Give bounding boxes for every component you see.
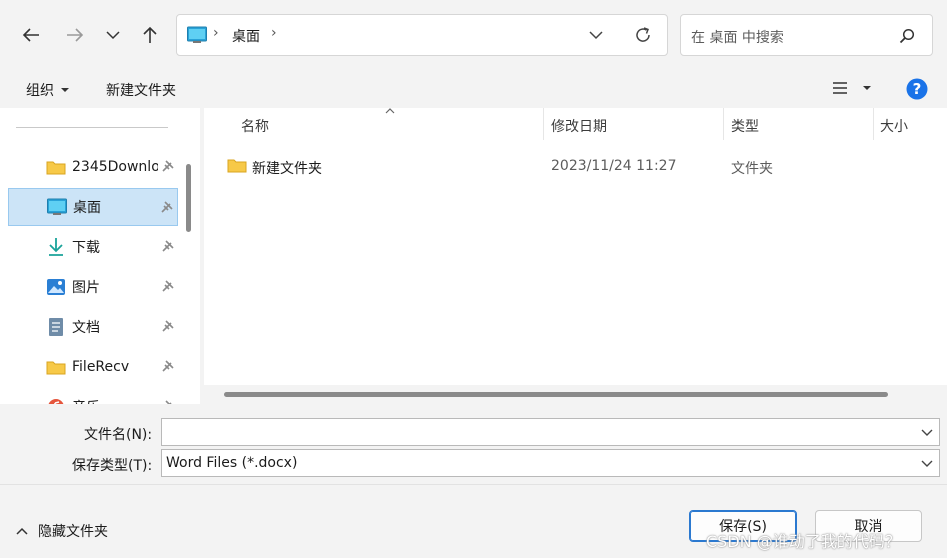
chevron-down-icon[interactable] — [921, 429, 933, 437]
sidebar-item-label: FileRecv — [72, 359, 130, 375]
pin-icon[interactable] — [161, 201, 173, 213]
list-view-icon — [833, 82, 847, 94]
column-divider[interactable] — [543, 108, 544, 140]
file-row[interactable]: 新建文件夹 2023/11/24 11:27 文件夹 — [224, 154, 944, 178]
download-icon — [46, 237, 66, 257]
file-list: 名称 修改日期 类型 大小 新建文件夹 2023/11/24 11:27 文件夹 — [204, 108, 947, 404]
navigation-pane: 2345Downloads 桌面 下载 图片 文档 FileRecv 音乐 — [0, 108, 200, 404]
recent-locations-button[interactable] — [98, 20, 128, 50]
breadcrumb-separator-trailing[interactable]: › — [271, 25, 277, 41]
desktop-icon — [187, 26, 207, 44]
chevron-down-icon[interactable] — [921, 460, 933, 468]
file-type: 文件夹 — [731, 161, 773, 177]
arrow-left-icon — [22, 28, 39, 42]
pictures-icon — [46, 277, 66, 297]
address-history-chevron-icon[interactable] — [589, 31, 603, 40]
command-bar: 组织 新建文件夹 ? — [0, 70, 947, 108]
hide-folders-toggle[interactable]: 隐藏文件夹 — [16, 521, 108, 541]
watermark: CSDN @谁动了我的代码？ — [706, 532, 901, 551]
search-box[interactable]: 在 桌面 中搜索 — [680, 14, 933, 56]
sidebar-item-label: 音乐 — [72, 397, 158, 404]
search-icon[interactable] — [899, 28, 915, 44]
breadcrumb-location[interactable]: 桌面 — [232, 26, 260, 46]
column-divider[interactable] — [723, 108, 724, 140]
sidebar-item-2345downloads[interactable]: 2345Downloads — [8, 148, 178, 186]
organize-menu[interactable]: 组织 — [26, 80, 70, 100]
filetype-label: 保存类型(T): — [72, 458, 153, 474]
sidebar-scrollbar-thumb[interactable] — [186, 164, 191, 232]
up-button[interactable] — [135, 20, 165, 50]
view-options-menu[interactable] — [832, 81, 872, 95]
sidebar-item-label: 图片 — [72, 280, 100, 296]
sidebar-item-label: 2345Downloads — [72, 159, 158, 175]
caret-down-icon — [61, 88, 69, 92]
caret-down-icon — [863, 86, 871, 90]
footer-divider — [0, 484, 947, 485]
horizontal-scrollbar[interactable] — [204, 385, 947, 404]
sidebar-item-pictures[interactable]: 图片 — [8, 268, 178, 306]
address-bar[interactable]: › 桌面 › — [176, 14, 668, 56]
organize-label: 组织 — [26, 83, 54, 99]
save-form: 文件名(N): 保存类型(T): Word Files (*.docx) 隐藏文… — [0, 404, 947, 558]
svg-text:?: ? — [913, 80, 922, 98]
pin-icon[interactable] — [162, 280, 174, 292]
navigation-bar: › 桌面 › 在 桌面 中搜索 — [0, 0, 947, 70]
search-placeholder[interactable]: 在 桌面 中搜索 — [691, 27, 784, 47]
arrow-right-icon — [67, 28, 84, 42]
file-name: 新建文件夹 — [252, 161, 322, 177]
column-header-size[interactable]: 大小 — [880, 116, 908, 136]
horizontal-scrollbar-thumb[interactable] — [224, 392, 888, 397]
filename-label: 文件名(N): — [84, 427, 153, 443]
pin-icon[interactable] — [162, 320, 174, 332]
new-folder-button[interactable]: 新建文件夹 — [106, 80, 176, 100]
sidebar-item-label: 桌面 — [73, 200, 101, 216]
sidebar-item-documents[interactable]: 文档 — [8, 308, 178, 346]
breadcrumb-separator: › — [213, 25, 219, 41]
pin-icon[interactable] — [162, 360, 174, 372]
desktop-icon — [47, 197, 67, 217]
documents-icon — [46, 317, 66, 337]
music-icon — [46, 397, 66, 404]
chevron-up-icon — [16, 527, 28, 535]
column-divider[interactable] — [873, 108, 874, 140]
column-header-name[interactable]: 名称 — [241, 116, 269, 136]
hide-folders-label: 隐藏文件夹 — [38, 524, 108, 540]
back-button[interactable] — [16, 20, 46, 50]
sidebar-item-label: 文档 — [72, 320, 100, 336]
forward-button[interactable] — [60, 20, 90, 50]
chevron-down-icon — [106, 31, 120, 40]
column-header-type[interactable]: 类型 — [731, 116, 759, 136]
file-modified: 2023/11/24 11:27 — [551, 158, 677, 174]
sidebar-item-music[interactable]: 音乐 — [8, 388, 178, 404]
folder-icon — [227, 157, 247, 173]
refresh-icon[interactable] — [634, 26, 652, 44]
sidebar-item-filerecv[interactable]: FileRecv — [8, 348, 178, 386]
sidebar-divider — [16, 127, 168, 128]
column-header-modified[interactable]: 修改日期 — [551, 116, 607, 136]
pin-icon[interactable] — [162, 160, 174, 172]
help-icon[interactable]: ? — [906, 78, 928, 100]
sidebar-item-downloads[interactable]: 下载 — [8, 228, 178, 266]
pin-icon[interactable] — [162, 240, 174, 252]
sidebar-item-label: 下载 — [72, 240, 100, 256]
arrow-up-icon — [143, 26, 157, 43]
filename-input[interactable] — [161, 418, 940, 446]
filetype-select[interactable]: Word Files (*.docx) — [161, 449, 940, 477]
folder-icon — [46, 157, 66, 177]
filetype-value: Word Files (*.docx) — [166, 455, 298, 471]
folder-icon — [46, 357, 66, 377]
sidebar-item-desktop[interactable]: 桌面 — [8, 188, 178, 226]
sort-indicator-icon — [385, 108, 395, 114]
